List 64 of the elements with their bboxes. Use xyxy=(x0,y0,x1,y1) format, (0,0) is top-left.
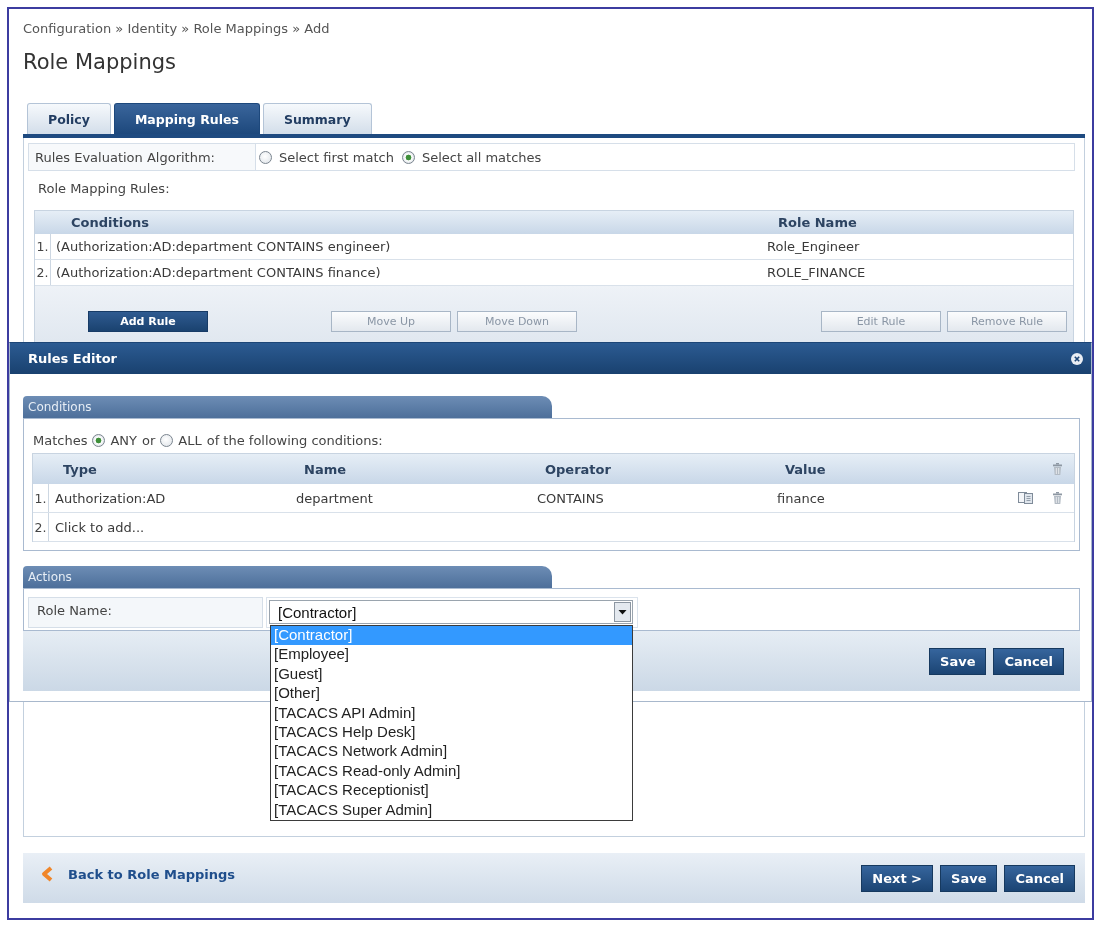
button[interactable]: Save xyxy=(940,864,998,892)
page-title: Role Mappings xyxy=(23,49,177,75)
table-cell-text: (Authorization:AD:department CONTAINS engineer) xyxy=(55,238,392,256)
caret-down-icon[interactable] xyxy=(614,602,631,622)
add-row-prompt[interactable]: Click to add... xyxy=(49,513,1074,541)
option-label: ALL xyxy=(178,432,202,448)
table-cell-text: CONTAINS xyxy=(536,489,605,508)
tab[interactable]: Summary xyxy=(262,103,372,134)
close-icon[interactable] xyxy=(1071,352,1083,365)
table-cell-text: finance xyxy=(776,489,826,508)
row-number: 1. xyxy=(35,234,51,259)
column-header: Operator xyxy=(544,460,612,479)
trash-icon[interactable] xyxy=(1053,492,1062,504)
table-cell-text: Role_Engineer xyxy=(766,238,861,256)
breadcrumb: Configuration » Identity » Role Mappings » Add xyxy=(23,20,331,37)
table-cell-text: department xyxy=(295,489,374,508)
table-cell-text: ROLE_FINANCE xyxy=(766,264,867,282)
radio-button[interactable] xyxy=(92,433,106,447)
option-label: ANY xyxy=(110,432,137,448)
table-cell-text: (Authorization:AD:department CONTAINS finance) xyxy=(55,264,382,282)
dropdown-option[interactable]: [TACACS API Admin] xyxy=(271,703,632,723)
section-title: Conditions xyxy=(23,396,552,418)
column-header: Role Name xyxy=(777,214,858,232)
button[interactable]: Cancel xyxy=(1004,864,1075,892)
tab[interactable]: Policy xyxy=(27,103,111,134)
row-number: 2. xyxy=(35,260,51,285)
option-text: Matches xyxy=(33,432,88,448)
option-label: Select first match xyxy=(279,149,394,165)
table-cell-text: Authorization:AD xyxy=(54,489,167,508)
radio-button[interactable] xyxy=(160,433,174,447)
copy-icon[interactable] xyxy=(1018,492,1033,504)
dropdown-option[interactable]: [TACACS Read-only Admin] xyxy=(271,761,632,782)
button[interactable]: Cancel xyxy=(993,647,1064,675)
dropdown-option[interactable]: [Other] xyxy=(271,684,632,704)
section-label: Role Mapping Rules: xyxy=(38,180,171,197)
row-number: 1. xyxy=(33,484,49,512)
dropdown-option[interactable]: [Guest] xyxy=(271,664,632,685)
option-text: or xyxy=(142,432,156,448)
dropdown-option[interactable]: [TACACS Super Admin] xyxy=(271,800,632,820)
field-label: Role Name: xyxy=(28,597,263,628)
column-header: Value xyxy=(784,460,827,479)
column-header: Name xyxy=(303,460,347,479)
option-text: of the following conditions: xyxy=(206,432,383,448)
button[interactable]: Add Rule xyxy=(88,311,208,332)
option-label: Select all matches xyxy=(421,149,542,165)
dropdown-option[interactable]: [Employee] xyxy=(271,645,632,665)
radio-button[interactable] xyxy=(259,150,272,164)
tab[interactable]: Mapping Rules xyxy=(113,103,260,134)
field-label: Rules Evaluation Algorithm: xyxy=(29,144,256,170)
button[interactable]: Next > xyxy=(861,864,933,892)
dialog-title: Rules Editor xyxy=(28,351,117,366)
dropdown-option[interactable]: [TACACS Help Desk] xyxy=(271,722,632,743)
dropdown-option[interactable]: [TACACS Network Admin] xyxy=(271,742,632,762)
chevron-left-icon xyxy=(40,865,54,883)
back-link[interactable]: Back to Role Mappings xyxy=(40,865,236,883)
column-header: Conditions xyxy=(70,214,151,232)
radio-button[interactable] xyxy=(401,150,415,164)
dropdown-option[interactable]: [TACACS Receptionist] xyxy=(271,781,632,801)
section-title: Actions xyxy=(23,566,552,588)
button[interactable]: Save xyxy=(929,647,987,675)
row-number: 2. xyxy=(33,513,49,541)
trash-icon[interactable] xyxy=(1053,463,1062,475)
select-field[interactable]: [Contractor] xyxy=(269,600,633,624)
column-header: Type xyxy=(62,460,98,479)
